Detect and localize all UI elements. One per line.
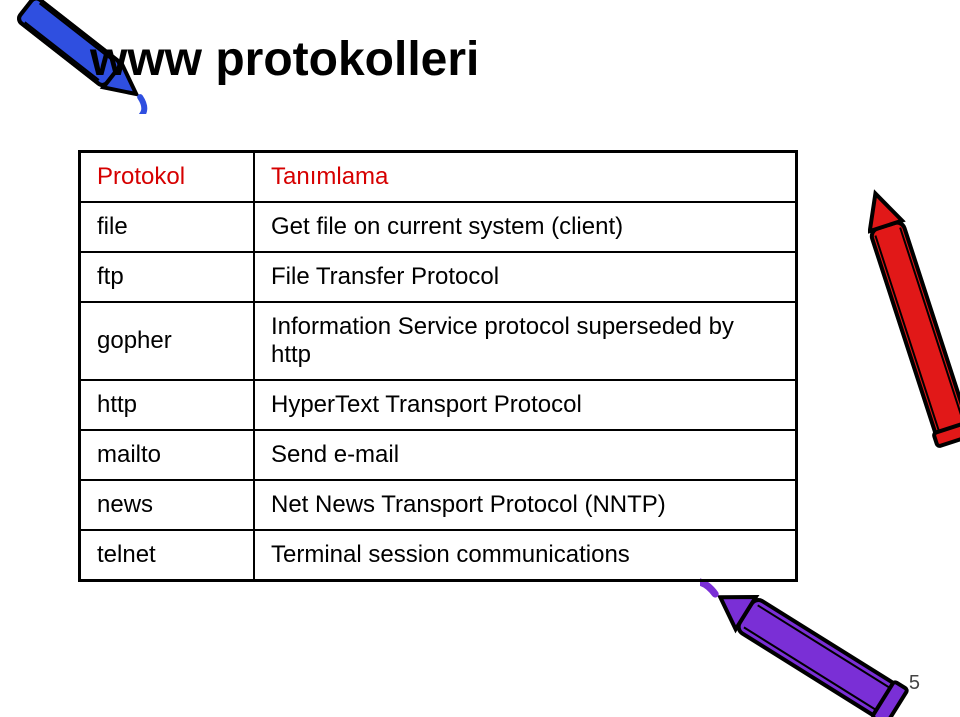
table-row: mailto Send e-mail [80,430,797,480]
table-header-row: Protokol Tanımlama [80,152,797,203]
table-row: news Net News Transport Protocol (NNTP) [80,480,797,530]
header-tanimlama: Tanımlama [254,152,797,203]
table-row: http HyperText Transport Protocol [80,380,797,430]
cell-desc: Terminal session communications [254,530,797,581]
cell-proto: file [80,202,255,252]
table-row: ftp File Transfer Protocol [80,252,797,302]
cell-proto: http [80,380,255,430]
cell-proto: ftp [80,252,255,302]
cell-proto: mailto [80,430,255,480]
header-protokol: Protokol [80,152,255,203]
protocol-table: Protokol Tanımlama file Get file on curr… [78,150,798,582]
page-number: 5 [909,672,920,695]
slide: www protokolleri Protokol Tanımlama file… [0,0,960,717]
cell-desc: Net News Transport Protocol (NNTP) [254,480,797,530]
cell-desc: HyperText Transport Protocol [254,380,797,430]
page-title: www protokolleri [90,32,479,87]
cell-desc: File Transfer Protocol [254,252,797,302]
cell-desc: Information Service protocol superseded … [254,302,797,380]
table-row: gopher Information Service protocol supe… [80,302,797,380]
crayon-purple-icon [700,577,960,717]
cell-desc: Send e-mail [254,430,797,480]
cell-proto: news [80,480,255,530]
table-row: telnet Terminal session communications [80,530,797,581]
cell-proto: gopher [80,302,255,380]
crayon-red-icon [868,180,960,500]
cell-desc: Get file on current system (client) [254,202,797,252]
table-row: file Get file on current system (client) [80,202,797,252]
cell-proto: telnet [80,530,255,581]
